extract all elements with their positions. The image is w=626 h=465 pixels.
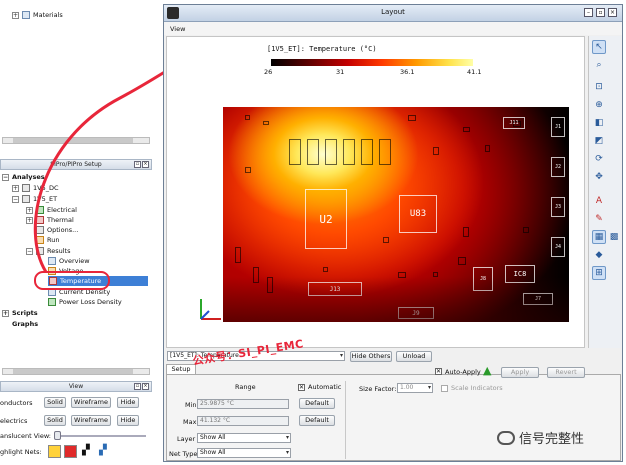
chip-j9: J9 [398, 307, 434, 319]
temperature-view-icon[interactable]: ▦ [592, 230, 606, 244]
chip-j13: J13 [308, 282, 362, 296]
unload-button[interactable]: Unload [396, 351, 432, 362]
apply-button[interactable]: Apply [501, 367, 539, 378]
min-label: Min [185, 401, 197, 409]
layer-label: Layer [177, 435, 196, 443]
connector-j7: J7 [523, 293, 553, 305]
automatic-label: Automatic [308, 383, 342, 391]
layer-icon[interactable]: ◆ [592, 248, 606, 262]
apply-status-icon: ▲ [483, 364, 492, 377]
legend-tick: 36.1 [400, 68, 415, 76]
view-toolbar: ↖ ⌕ ⊡ ⊕ ◧ ◩ ⟳ ✥ A ✎ ▦ ▩ ◆ ⊞ [588, 36, 621, 348]
wechat-icon [497, 430, 515, 445]
net-type-select[interactable]: Show All [197, 448, 291, 458]
brand-label: 信号完整性 [519, 432, 585, 447]
revert-button[interactable]: Revert [547, 367, 585, 378]
automatic-checkbox[interactable]: ✕ [298, 384, 305, 391]
connector-j2: J2 [551, 157, 565, 177]
legend-tick: 26 [264, 68, 273, 76]
max-label: Max [183, 418, 197, 426]
max-default-button[interactable]: Default [299, 415, 335, 426]
view-cube-icon[interactable]: ◧ [592, 116, 606, 130]
min-default-button[interactable]: Default [299, 398, 335, 409]
hide-others-button[interactable]: Hide Others [350, 351, 392, 362]
minimize-icon[interactable]: – [584, 8, 593, 17]
range-label: Range [235, 383, 256, 391]
zoom-icon[interactable]: ⌕ [592, 58, 606, 72]
scale-indicators-label: Scale Indicators [451, 384, 503, 392]
chip-ic8: IC8 [505, 265, 535, 283]
window-title: Layout [381, 8, 405, 16]
legend-color-bar [271, 59, 473, 66]
iso-view-icon[interactable]: ◩ [592, 134, 606, 148]
pan-icon[interactable]: ✥ [592, 170, 606, 184]
close-icon[interactable]: × [608, 8, 617, 17]
grid-icon[interactable]: ⊞ [592, 266, 606, 280]
connector-j3: J3 [551, 197, 565, 217]
min-field[interactable]: 25.9875 °C [197, 399, 289, 409]
setup-panel: ✕ Auto-Apply ▲ Apply Revert Range ✕ Auto… [166, 365, 621, 461]
connector-j4: J4 [551, 237, 565, 257]
layout-window: Layout – ▫ × View [1V5_ET]: Temperature … [163, 4, 623, 462]
restore-icon[interactable]: ▫ [596, 8, 605, 17]
max-field[interactable]: 41.132 °C [197, 416, 289, 426]
rotate-icon[interactable]: ⟳ [592, 152, 606, 166]
fit-view-icon[interactable]: ⊡ [592, 80, 606, 94]
chip-u2: U2 [305, 189, 347, 249]
legend-tick: 31 [336, 68, 345, 76]
text-annotation-icon[interactable]: A [592, 194, 606, 208]
chip-u83: U83 [399, 195, 437, 233]
auto-apply-label: Auto-Apply [445, 368, 481, 376]
legend-title: [1V5_ET]: Temperature (°C) [267, 45, 377, 53]
size-factor-spinner[interactable]: 1.00 [397, 383, 433, 393]
size-factor-label: Size Factor: [359, 385, 397, 393]
connector-j8: J8 [473, 267, 493, 291]
scale-indicators-checkbox[interactable] [441, 385, 448, 392]
connector-j11: J11 [503, 117, 525, 129]
legend-tick: 41.1 [467, 68, 482, 76]
brand: 信号完整性 [497, 428, 584, 447]
layer-select[interactable]: Show All [197, 433, 291, 443]
probe-icon[interactable]: ✎ [592, 212, 606, 226]
layout-canvas[interactable]: [1V5_ET]: Temperature (°C) 26 31 36.1 41… [166, 36, 585, 348]
connector-j1: J1 [551, 117, 565, 137]
menu-view[interactable]: View [170, 25, 185, 33]
axis-triad-icon [200, 299, 221, 320]
select-pointer-icon[interactable]: ↖ [592, 40, 606, 54]
tab-setup[interactable]: Setup [166, 364, 196, 374]
divider [345, 381, 346, 459]
auto-apply-checkbox[interactable]: ✕ [435, 368, 442, 375]
window-titlebar[interactable]: Layout – ▫ × [164, 5, 622, 22]
mesh-icon[interactable]: ▩ [607, 230, 621, 244]
menu-bar: View [164, 22, 622, 35]
net-type-label: Net Type [169, 450, 198, 458]
pcb-temperature-map: U2 U83 J13 J9 IC8 J1 J2 J3 J4 J8 J7 J11 [223, 107, 569, 322]
zoom-in-icon[interactable]: ⊕ [592, 98, 606, 112]
